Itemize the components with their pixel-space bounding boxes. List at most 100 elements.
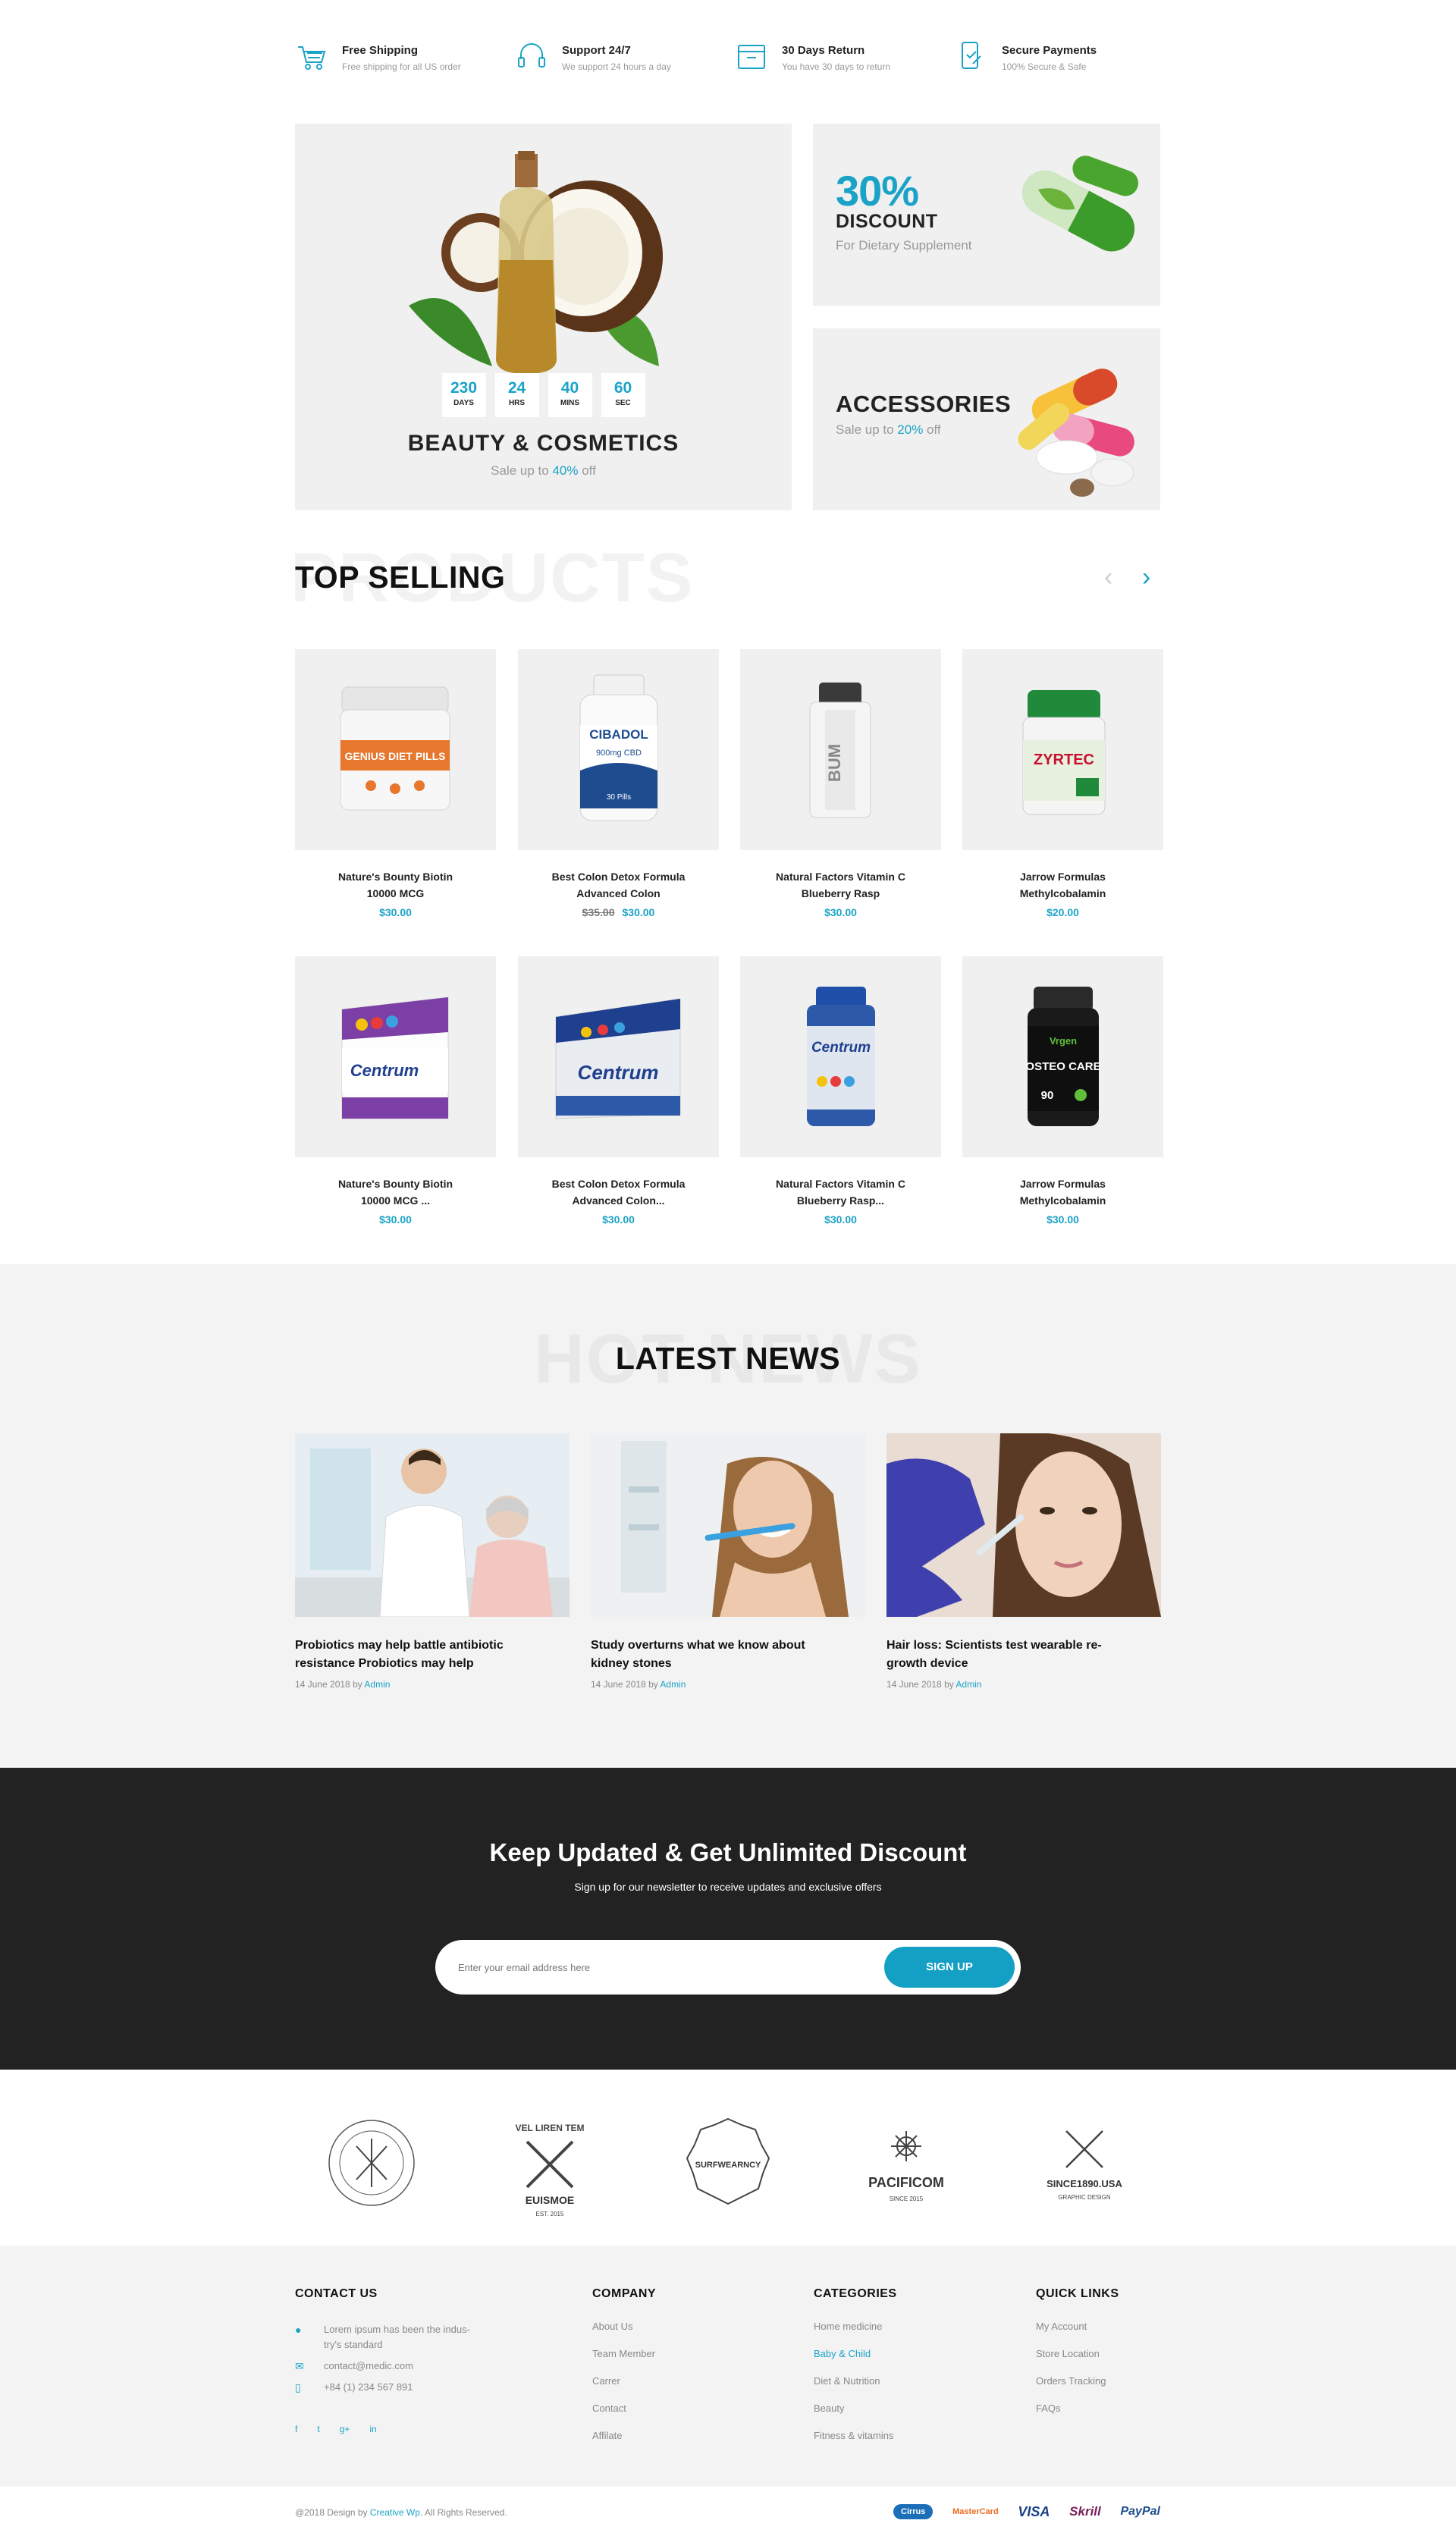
contact-email[interactable]: ✉ contact@medic.com bbox=[295, 2359, 413, 2374]
product-image[interactable]: Centrum bbox=[295, 956, 496, 1157]
news-author-link[interactable]: Admin bbox=[364, 1679, 390, 1690]
footer-link[interactable]: Affilate bbox=[592, 2430, 623, 2441]
product-name-line[interactable]: 10000 MCG ... bbox=[295, 1192, 496, 1209]
product-name[interactable]: Nature's Bounty Biotin 10000 MCG ... bbox=[295, 1175, 496, 1209]
product-image[interactable]: Centrum bbox=[518, 956, 719, 1157]
product-name-line[interactable]: Nature's Bounty Biotin bbox=[295, 1175, 496, 1192]
newsletter-email-input[interactable] bbox=[458, 1940, 852, 1995]
product-card[interactable]: Centrum Natural Factors Vitamin C Blueber… bbox=[740, 956, 941, 1226]
email-link[interactable]: contact@medic.com bbox=[324, 2359, 413, 2374]
product-name-line[interactable]: Natural Factors Vitamin C bbox=[740, 1175, 941, 1192]
countdown-value: 60 bbox=[613, 379, 632, 397]
doctor-patient-image bbox=[295, 1433, 570, 1617]
brand-logo[interactable]: PACIFICOM SINCE 2015 bbox=[853, 2108, 959, 2222]
footer-link[interactable]: Orders Tracking bbox=[1036, 2375, 1106, 2387]
news-title[interactable]: Probiotics may help battle antibiotic res… bbox=[295, 1637, 570, 1673]
countdown-label: MINS bbox=[560, 399, 579, 407]
news-card[interactable]: Study overturns what we know about kidney… bbox=[591, 1433, 865, 1690]
news-image[interactable] bbox=[591, 1433, 865, 1617]
product-name[interactable]: Nature's Bounty Biotin 10000 MCG bbox=[295, 868, 496, 902]
product-image[interactable]: ZYRTEC bbox=[962, 649, 1163, 850]
footer-link[interactable]: Home medicine bbox=[814, 2321, 882, 2332]
product-name[interactable]: Jarrow Formulas Methylcobalamin bbox=[962, 1175, 1163, 1209]
news-title-line[interactable]: Study overturns what we know about bbox=[591, 1637, 865, 1655]
product-name-line[interactable]: Jarrow Formulas bbox=[962, 868, 1163, 885]
banner-beauty-cosmetics[interactable]: 230 DAYS 24 HRS 40 MINS 60 SEC BEAUTY & COSM… bbox=[295, 124, 792, 510]
brand-logo[interactable]: SURFWEARNCY bbox=[675, 2108, 781, 2222]
product-card[interactable]: GENIUS DIET PILLS Nature's Bounty Biotin… bbox=[295, 649, 496, 918]
footer-link[interactable]: Fitness & vitamins bbox=[814, 2430, 893, 2441]
twitter-icon[interactable]: t bbox=[317, 2424, 319, 2434]
news-title[interactable]: Study overturns what we know about kidney… bbox=[591, 1637, 865, 1673]
news-card[interactable]: Hair loss: Scientists test wearable re-g… bbox=[886, 1433, 1161, 1690]
news-image[interactable] bbox=[295, 1433, 570, 1617]
product-name-line[interactable]: Natural Factors Vitamin C bbox=[740, 868, 941, 885]
carousel-next-button[interactable]: › bbox=[1142, 564, 1165, 590]
product-card[interactable]: Centrum Nature's Bounty Biotin 10000 MCG … bbox=[295, 956, 496, 1226]
product-name[interactable]: Jarrow Formulas Methylcobalamin bbox=[962, 868, 1163, 902]
footer-link[interactable]: FAQs bbox=[1036, 2403, 1061, 2414]
product-name-line[interactable]: Blueberry Rasp... bbox=[740, 1192, 941, 1209]
brand-logo[interactable] bbox=[318, 2108, 425, 2222]
news-author-link[interactable]: Admin bbox=[956, 1679, 981, 1690]
instagram-icon[interactable]: in bbox=[369, 2424, 376, 2434]
product-name-line[interactable]: Best Colon Detox Formula bbox=[518, 1175, 719, 1192]
product-card[interactable]: CIBADOL 900mg CBD 30 Pills Best Colon De… bbox=[518, 649, 719, 918]
product-image[interactable]: GENIUS DIET PILLS bbox=[295, 649, 496, 850]
news-title-line[interactable]: Hair loss: Scientists test wearable re- bbox=[886, 1637, 1161, 1655]
product-name-line[interactable]: Methylcobalamin bbox=[962, 885, 1163, 902]
footer-link-active[interactable]: Baby & Child bbox=[814, 2348, 871, 2359]
feature-title: Support 24/7 bbox=[562, 44, 631, 57]
footer-link[interactable]: My Account bbox=[1036, 2321, 1087, 2332]
product-name-line[interactable]: Blueberry Rasp bbox=[740, 885, 941, 902]
product-name-line[interactable]: Jarrow Formulas bbox=[962, 1175, 1163, 1192]
product-name-line[interactable]: Advanced Colon... bbox=[518, 1192, 719, 1209]
banner-title: BEAUTY & COSMETICS bbox=[407, 431, 679, 456]
news-title-line[interactable]: growth device bbox=[886, 1655, 1161, 1673]
footer-link[interactable]: Carrer bbox=[592, 2375, 620, 2387]
signup-button[interactable]: SIGN UP bbox=[884, 1947, 1015, 1988]
product-card[interactable]: Centrum Best Colon Detox Formula Advanced… bbox=[518, 956, 719, 1226]
product-name-line[interactable]: Methylcobalamin bbox=[962, 1192, 1163, 1209]
banner-discount[interactable]: 30% DISCOUNT For Dietary Supplement bbox=[813, 124, 1160, 306]
product-card[interactable]: BUM Natural Factors Vitamin C Blueberry R… bbox=[740, 649, 941, 918]
product-image[interactable]: Vrgen OSTEO CARE 90 bbox=[962, 956, 1163, 1157]
banner-accessories[interactable]: ACCESSORIES Sale up to 20% off bbox=[813, 328, 1160, 510]
product-image[interactable]: Centrum bbox=[740, 956, 941, 1157]
designer-link[interactable]: Creative Wp bbox=[370, 2507, 420, 2518]
product-name-line[interactable]: Nature's Bounty Biotin bbox=[295, 868, 496, 885]
news-author-link[interactable]: Admin bbox=[660, 1679, 686, 1690]
footer-link[interactable]: Team Member bbox=[592, 2348, 655, 2359]
product-name[interactable]: Best Colon Detox Formula Advanced Colon..… bbox=[518, 1175, 719, 1209]
footer-link[interactable]: Diet & Nutrition bbox=[814, 2375, 880, 2387]
news-title[interactable]: Hair loss: Scientists test wearable re-g… bbox=[886, 1637, 1161, 1673]
news-meta: 14 June 2018 by Admin bbox=[295, 1679, 570, 1690]
product-name[interactable]: Best Colon Detox Formula Advanced Colon bbox=[518, 868, 719, 902]
product-name-line[interactable]: 10000 MCG bbox=[295, 885, 496, 902]
news-title-line[interactable]: resistance Probiotics may help bbox=[295, 1655, 570, 1673]
news-card[interactable]: Probiotics may help battle antibiotic res… bbox=[295, 1433, 570, 1690]
footer-link[interactable]: Beauty bbox=[814, 2403, 844, 2414]
news-title-line[interactable]: Probiotics may help battle antibiotic bbox=[295, 1637, 570, 1655]
brand-logo[interactable]: VEL LIREN TEM EUISMOE EST. 2015 bbox=[497, 2108, 603, 2222]
google-plus-icon[interactable]: g+ bbox=[340, 2424, 350, 2434]
product-image[interactable]: CIBADOL 900mg CBD 30 Pills bbox=[518, 649, 719, 850]
product-name-line[interactable]: Best Colon Detox Formula bbox=[518, 868, 719, 885]
newsletter-form: SIGN UP bbox=[435, 1940, 1021, 1995]
feature-secure: Secure Payments 100% Secure & Safe bbox=[955, 39, 1159, 82]
carousel-prev-button[interactable]: ‹ bbox=[1104, 564, 1127, 590]
news-title-line[interactable]: kidney stones bbox=[591, 1655, 865, 1673]
facebook-icon[interactable]: f bbox=[295, 2424, 297, 2434]
footer-link[interactable]: Contact bbox=[592, 2403, 626, 2414]
product-card[interactable]: Vrgen OSTEO CARE 90 Jarrow Formulas Methy… bbox=[962, 956, 1163, 1226]
product-name[interactable]: Natural Factors Vitamin C Blueberry Rasp.… bbox=[740, 1175, 941, 1209]
news-image[interactable] bbox=[886, 1433, 1161, 1617]
brand-logo[interactable]: SINCE1890.USA GRAPHIC DESIGN bbox=[1031, 2108, 1138, 2222]
product-name[interactable]: Natural Factors Vitamin C Blueberry Rasp bbox=[740, 868, 941, 902]
footer-link[interactable]: About Us bbox=[592, 2321, 632, 2332]
product-name-line[interactable]: Advanced Colon bbox=[518, 885, 719, 902]
product-image[interactable]: BUM bbox=[740, 649, 941, 850]
product-label-text: OSTEO CARE bbox=[1025, 1060, 1100, 1073]
footer-link[interactable]: Store Location bbox=[1036, 2348, 1100, 2359]
product-card[interactable]: ZYRTEC Jarrow Formulas Methylcobalamin $2… bbox=[962, 649, 1163, 918]
